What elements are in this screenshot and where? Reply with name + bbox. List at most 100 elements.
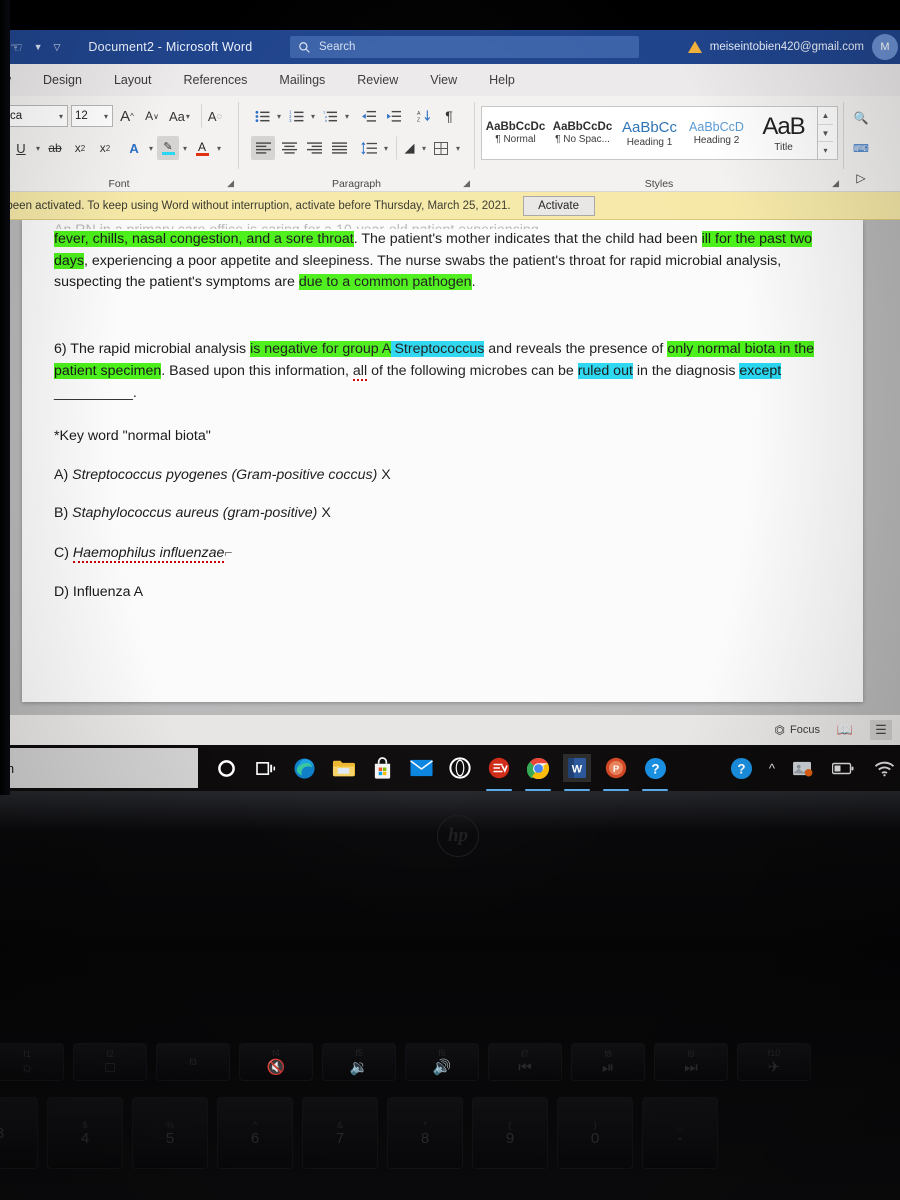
microsoft-store-icon[interactable] bbox=[368, 754, 396, 782]
tab-view[interactable]: View bbox=[414, 64, 473, 96]
help-circle-icon[interactable]: ? bbox=[728, 754, 756, 782]
key-8[interactable]: * 8 bbox=[387, 1097, 463, 1169]
chevron-down-icon[interactable]: ▾ bbox=[185, 112, 191, 121]
chevron-down-icon[interactable]: ▾ bbox=[103, 112, 109, 121]
key-6[interactable]: ^ 6 bbox=[217, 1097, 293, 1169]
chevron-down-icon[interactable]: ▾ bbox=[344, 112, 350, 121]
font-dialog-launcher[interactable]: ◢ bbox=[227, 178, 234, 189]
microsoft-word-icon[interactable]: W bbox=[563, 754, 591, 791]
help-blue-icon[interactable]: ? bbox=[641, 754, 669, 791]
subscript-button[interactable]: x2 bbox=[69, 136, 91, 160]
select-icon[interactable]: ▷ bbox=[850, 166, 872, 190]
microsoft-edge-icon[interactable] bbox=[290, 754, 318, 782]
key-f9[interactable]: f9 ⏭ bbox=[654, 1043, 728, 1081]
key-f7[interactable]: f7 ⏮ bbox=[488, 1043, 562, 1081]
file-explorer-icon[interactable] bbox=[329, 754, 357, 782]
shading-icon[interactable]: ◢ bbox=[396, 136, 418, 160]
windows-search-box[interactable]: rch bbox=[0, 748, 198, 788]
key-f5[interactable]: f5 🔉 bbox=[322, 1043, 396, 1081]
document-text[interactable]: An RN in a primary care office is caring… bbox=[22, 220, 863, 603]
opera-gx-icon[interactable] bbox=[446, 754, 474, 782]
sort-icon[interactable]: A Z bbox=[413, 104, 435, 128]
key-5[interactable]: % 5 bbox=[132, 1097, 208, 1169]
more-styles-icon[interactable]: ▾ bbox=[818, 142, 833, 159]
borders-icon[interactable] bbox=[430, 136, 452, 160]
chevron-down-icon[interactable]: ▾ bbox=[310, 112, 316, 121]
text-highlight-color-button[interactable]: ✎ bbox=[157, 136, 180, 160]
google-chrome-icon[interactable] bbox=[524, 754, 552, 791]
decrease-indent-icon[interactable] bbox=[358, 104, 380, 128]
shrink-font-button[interactable]: A ∨ bbox=[141, 104, 163, 128]
underline-button[interactable]: U bbox=[10, 136, 32, 160]
key-3[interactable]: 3 bbox=[0, 1097, 38, 1169]
tab-layout[interactable]: Layout bbox=[98, 64, 168, 96]
avatar[interactable]: M bbox=[872, 34, 898, 60]
styles-gallery[interactable]: AaBbCcDc ¶ Normal AaBbCcDc ¶ No Spac... … bbox=[481, 106, 838, 160]
key-f2[interactable]: f2 □ bbox=[73, 1043, 147, 1081]
tab-references[interactable]: References bbox=[167, 64, 263, 96]
chevron-down-icon[interactable]: ▾ bbox=[421, 144, 427, 153]
document-page[interactable]: An RN in a primary care office is caring… bbox=[22, 220, 863, 702]
key-f6[interactable]: f6 🔊 bbox=[405, 1043, 479, 1081]
read-mode-icon[interactable]: 📖 bbox=[834, 720, 856, 740]
increase-indent-icon[interactable] bbox=[383, 104, 405, 128]
grow-font-button[interactable]: A ^ bbox=[116, 104, 138, 128]
tab-mailings[interactable]: Mailings bbox=[263, 64, 341, 96]
customize-qat-icon[interactable]: ▽ bbox=[53, 42, 60, 52]
mail-icon[interactable] bbox=[407, 754, 435, 782]
battery-icon[interactable] bbox=[829, 754, 857, 782]
chevron-down-icon[interactable]: ▾ bbox=[35, 144, 41, 153]
align-center-icon[interactable] bbox=[278, 136, 300, 160]
tab-design[interactable]: Design bbox=[27, 64, 98, 96]
line-spacing-icon[interactable] bbox=[358, 136, 380, 160]
task-view-icon[interactable] bbox=[251, 754, 279, 782]
powerpoint-icon[interactable]: P bbox=[602, 754, 630, 791]
answer-option-a[interactable]: A) Streptococcus pyogenes (Gram-positive… bbox=[54, 465, 831, 487]
font-color-button[interactable]: A bbox=[191, 136, 213, 160]
scroll-up-icon[interactable]: ▲ bbox=[818, 107, 833, 125]
print-layout-icon[interactable]: ☰ bbox=[870, 720, 892, 740]
font-size-box[interactable]: 12 ▾ bbox=[71, 105, 113, 127]
bullet-list-icon[interactable] bbox=[251, 104, 273, 128]
style-heading-2[interactable]: AaBbCcD Heading 2 bbox=[683, 107, 750, 159]
cortana-icon[interactable] bbox=[212, 754, 240, 782]
numbered-list-icon[interactable]: 1 2 3 bbox=[285, 104, 307, 128]
font-name-box[interactable]: ca ▾ bbox=[6, 105, 68, 127]
key-0[interactable]: ) 0 bbox=[557, 1097, 633, 1169]
align-right-icon[interactable] bbox=[303, 136, 325, 160]
change-case-button[interactable]: Aa ▾ bbox=[166, 104, 194, 128]
chevron-down-icon[interactable]: ▾ bbox=[148, 144, 154, 153]
style-heading-1[interactable]: AaBbCc Heading 1 bbox=[616, 107, 683, 159]
wifi-icon[interactable] bbox=[870, 754, 898, 782]
style-title[interactable]: AaB Title bbox=[750, 107, 817, 159]
scroll-down-icon[interactable]: ▼ bbox=[818, 125, 833, 143]
chevron-down-icon[interactable]: ▾ bbox=[455, 144, 461, 153]
key-f8[interactable]: f8 ⏯ bbox=[571, 1043, 645, 1081]
show-hidden-icons-chevron[interactable]: ^ bbox=[769, 761, 775, 776]
key-f4[interactable]: f4 🔇 bbox=[239, 1043, 313, 1081]
chevron-down-icon[interactable]: ▾ bbox=[276, 112, 282, 121]
justify-icon[interactable] bbox=[328, 136, 350, 160]
ribbon-tabs[interactable]: w Design Layout References Mailings Revi… bbox=[0, 64, 900, 96]
replace-icon[interactable]: ⌨ bbox=[850, 136, 872, 160]
evernote-icon[interactable] bbox=[485, 754, 513, 791]
answer-option-d[interactable]: D) Influenza A bbox=[54, 582, 831, 604]
search-box[interactable]: Search bbox=[290, 36, 639, 58]
focus-mode-button[interactable]: ⏣ Focus bbox=[775, 723, 820, 737]
chevron-down-icon[interactable]: ▼ bbox=[34, 42, 43, 52]
chevron-down-icon[interactable]: ▾ bbox=[383, 144, 389, 153]
touch-mode-icon[interactable]: ☜ bbox=[10, 40, 23, 54]
tab-review[interactable]: Review bbox=[341, 64, 414, 96]
key-7[interactable]: & 7 bbox=[302, 1097, 378, 1169]
clear-formatting-button[interactable]: A ◌ bbox=[200, 104, 225, 128]
show-formatting-marks-icon[interactable]: ¶ bbox=[438, 104, 460, 128]
answer-option-b[interactable]: B) Staphylococcus aureus (gram-positive)… bbox=[54, 503, 831, 525]
superscript-button[interactable]: x2 bbox=[94, 136, 116, 160]
chevron-down-icon[interactable]: ▾ bbox=[216, 144, 222, 153]
key-4[interactable]: $4 bbox=[47, 1097, 123, 1169]
chevron-down-icon[interactable]: ▾ bbox=[182, 144, 188, 153]
styles-gallery-scroll[interactable]: ▲ ▼ ▾ bbox=[817, 107, 833, 159]
style-no-spacing[interactable]: AaBbCcDc ¶ No Spac... bbox=[549, 107, 616, 159]
key-f3[interactable]: f3 bbox=[156, 1043, 230, 1081]
text-effects-button[interactable]: A bbox=[123, 136, 145, 160]
